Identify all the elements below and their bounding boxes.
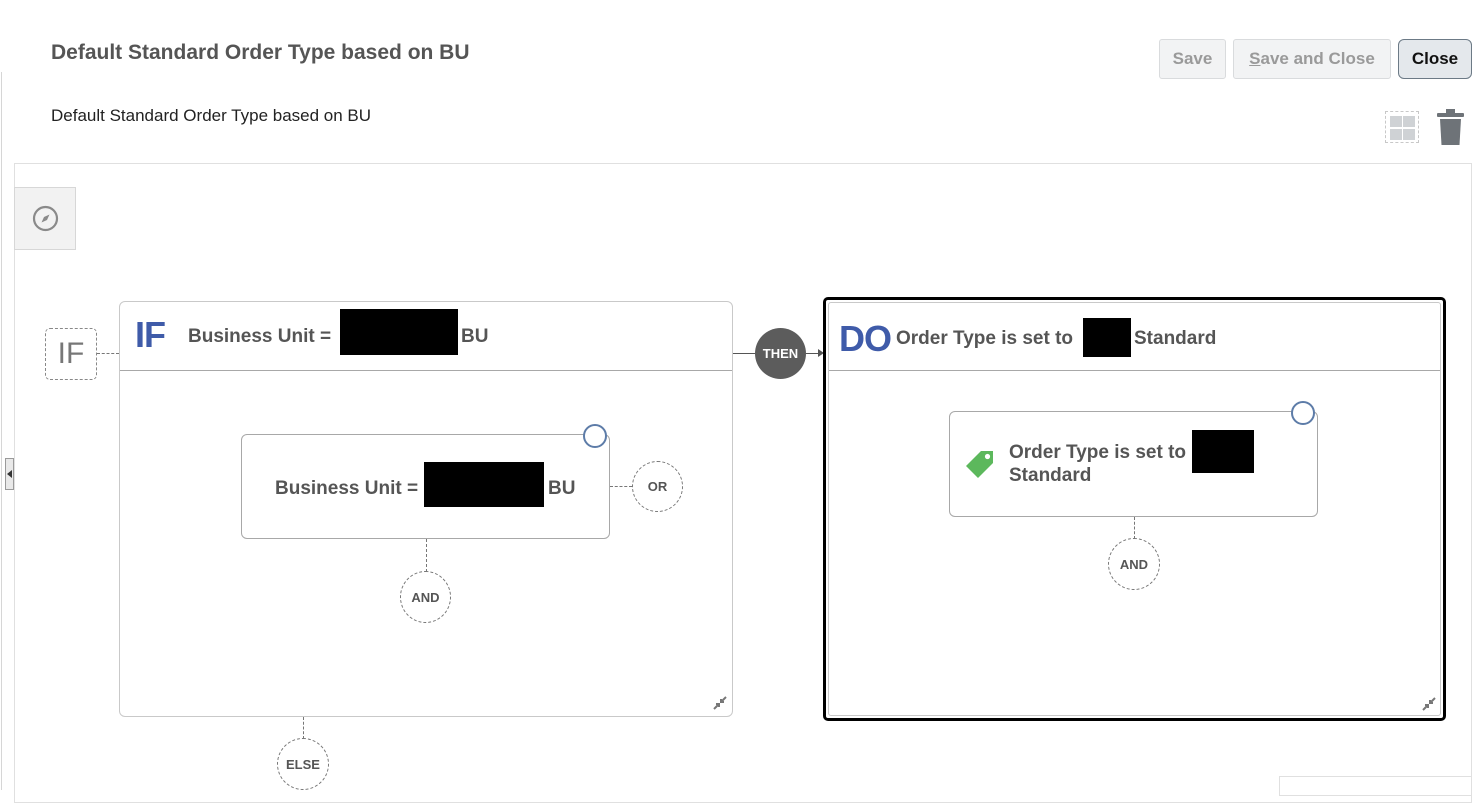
save-and-close-button[interactable]: Save and Close [1233, 39, 1391, 79]
do-header-divider [829, 370, 1440, 371]
navigator-button[interactable] [14, 187, 76, 250]
overview-panel-edge [1279, 776, 1472, 796]
and-button-if[interactable]: AND [400, 571, 451, 623]
action-card-line2: Standard [1009, 465, 1092, 486]
or-button[interactable]: OR [632, 461, 683, 512]
and-button-do[interactable]: AND [1108, 538, 1160, 590]
save-button[interactable]: Save [1159, 39, 1226, 79]
compass-icon [32, 205, 58, 232]
then-line-left [733, 353, 755, 354]
if-condition-suffix: BU [461, 326, 489, 347]
condition-card-suffix: BU [548, 478, 576, 499]
redacted-value [1192, 430, 1254, 473]
redacted-value [340, 309, 458, 355]
if-marker-connector [97, 353, 119, 354]
condition-card-prefix: Business Unit = [275, 478, 419, 499]
do-action-suffix: Standard [1134, 328, 1217, 349]
if-keyword: IF [135, 314, 166, 355]
condition-select-ring[interactable] [583, 424, 607, 448]
resize-icon[interactable] [712, 695, 728, 716]
do-action-prefix: Order Type is set to [896, 328, 1074, 349]
or-connector-line [610, 486, 632, 487]
do-and-connector-line [1134, 517, 1135, 539]
redacted-value [424, 462, 544, 507]
if-marker[interactable]: IF [45, 328, 97, 380]
else-button[interactable]: ELSE [277, 738, 329, 790]
do-keyword: DO [839, 318, 892, 359]
left-divider [1, 72, 2, 790]
action-card-line1: Order Type is set to [1009, 442, 1187, 463]
trash-icon[interactable] [1437, 109, 1464, 151]
tag-icon [963, 447, 997, 486]
if-condition-prefix: Business Unit = [188, 326, 332, 347]
close-button[interactable]: Close [1398, 39, 1472, 79]
collapse-arrow-icon[interactable] [5, 458, 14, 490]
save-and-close-label: Save and Close [1249, 49, 1375, 68]
and-connector-line [426, 539, 427, 572]
action-select-ring[interactable] [1291, 401, 1315, 425]
condition-card[interactable]: Business Unit = BU [241, 434, 610, 539]
redacted-value [1083, 318, 1131, 357]
else-connector-line [303, 717, 304, 739]
resize-icon[interactable] [1421, 696, 1437, 717]
grid-layout-icon[interactable] [1385, 111, 1419, 143]
rule-description: Default Standard Order Type based on BU [51, 106, 372, 125]
action-card[interactable]: Order Type is set to Standard [949, 411, 1318, 517]
page-title: Default Standard Order Type based on BU [51, 41, 470, 64]
if-header-divider [120, 370, 732, 371]
then-connector: THEN [755, 328, 806, 379]
